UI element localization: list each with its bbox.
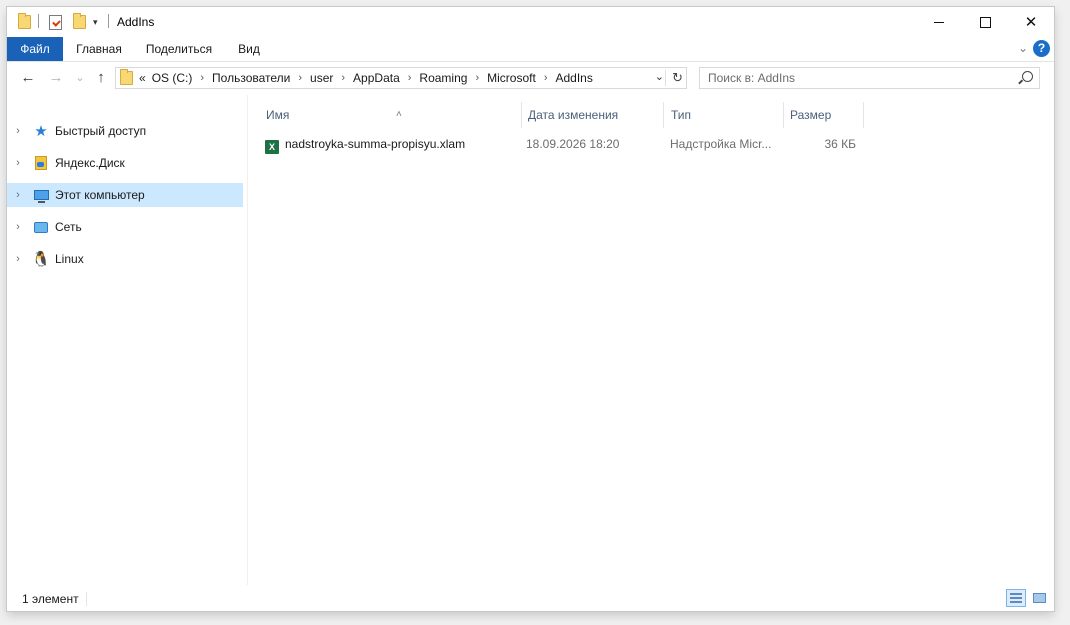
nav-item-label: Linux bbox=[55, 252, 84, 266]
help-icon[interactable]: ? bbox=[1033, 40, 1050, 57]
window-title: AddIns bbox=[117, 15, 155, 29]
ribbon: Файл Главная Поделиться Вид ⌄ ? bbox=[7, 37, 1054, 62]
chevron-down-icon: ⌄ bbox=[75, 72, 85, 84]
up-button[interactable]: ↑ bbox=[90, 68, 112, 88]
nav-item-label: Быстрый доступ bbox=[55, 124, 147, 138]
column-header-type[interactable]: Тип bbox=[664, 102, 782, 128]
address-divider bbox=[665, 70, 666, 86]
close-button[interactable]: ✕ bbox=[1008, 7, 1054, 37]
details-view-icon bbox=[1010, 593, 1022, 603]
expand-chevron-icon[interactable]: › bbox=[7, 157, 29, 169]
file-size: 36 КБ bbox=[824, 137, 856, 151]
file-type: Надстройка Micr... bbox=[670, 137, 772, 151]
new-folder-icon bbox=[73, 13, 86, 29]
nav-item-network[interactable]: › Сеть bbox=[7, 215, 243, 239]
forward-button[interactable]: → bbox=[45, 68, 67, 88]
breadcrumb-user[interactable]: user bbox=[310, 71, 333, 85]
maximize-icon bbox=[979, 16, 991, 28]
large-icons-view-icon bbox=[1032, 593, 1046, 603]
file-row[interactable]: Xnadstroyka-summa-propisyu.xlam 18.09.20… bbox=[259, 133, 867, 155]
qa-separator bbox=[38, 14, 39, 28]
properties-button[interactable] bbox=[49, 13, 62, 31]
column-header-date[interactable]: Дата изменения bbox=[521, 102, 663, 128]
explorer-window: ▾ AddIns ✕ Файл Главная Поделиться Вид ⌄… bbox=[7, 7, 1054, 611]
refresh-icon[interactable]: ↻ bbox=[672, 70, 683, 86]
large-icons-view-button[interactable] bbox=[1029, 589, 1049, 607]
column-divider[interactable] bbox=[863, 102, 864, 128]
details-view-button[interactable] bbox=[1006, 589, 1026, 607]
close-icon: ✕ bbox=[1024, 14, 1038, 31]
status-divider bbox=[86, 592, 87, 606]
breadcrumb-drive[interactable]: OS (C:) bbox=[152, 71, 193, 85]
back-button[interactable]: ← bbox=[17, 68, 39, 88]
search-box[interactable] bbox=[699, 67, 1040, 89]
title-bar: ▾ AddIns ✕ bbox=[7, 7, 1054, 37]
yandex-disk-icon bbox=[33, 155, 49, 171]
address-history-dropdown[interactable]: ⌄ bbox=[655, 70, 664, 83]
quick-access-dropdown[interactable]: ▾ bbox=[93, 13, 98, 31]
nav-item-yandex-disk[interactable]: › Яндекс.Диск bbox=[7, 151, 243, 175]
star-icon: ★ bbox=[34, 123, 48, 140]
up-arrow-icon: ↑ bbox=[97, 69, 105, 86]
tab-share[interactable]: Поделиться bbox=[141, 37, 217, 61]
breadcrumb-addins[interactable]: AddIns bbox=[555, 71, 592, 85]
forward-arrow-icon: → bbox=[48, 69, 64, 86]
item-count: 1 элемент bbox=[22, 592, 79, 606]
column-header-size[interactable]: Размер bbox=[783, 102, 863, 128]
linux-icon: 🐧 bbox=[31, 251, 51, 268]
tab-file[interactable]: Файл bbox=[7, 37, 63, 61]
breadcrumb-separator[interactable]: › bbox=[544, 72, 548, 84]
navigation-pane: › ★ Быстрый доступ › Яндекс.Диск › Этот … bbox=[7, 95, 248, 585]
minimize-button[interactable] bbox=[916, 7, 962, 37]
column-header-label: Имя bbox=[266, 108, 290, 122]
network-icon bbox=[33, 219, 49, 235]
navigation-bar: ← → ⌄ ↑ « OS (C:) › Пользователи › user … bbox=[7, 62, 1054, 94]
file-name-cell[interactable]: Xnadstroyka-summa-propisyu.xlam bbox=[265, 133, 520, 155]
breadcrumb-microsoft[interactable]: Microsoft bbox=[487, 71, 536, 85]
search-input[interactable] bbox=[708, 71, 1008, 85]
breadcrumb-users[interactable]: Пользователи bbox=[212, 71, 290, 85]
nav-item-quick-access[interactable]: › ★ Быстрый доступ bbox=[7, 119, 243, 143]
expand-chevron-icon[interactable]: › bbox=[7, 253, 29, 265]
file-date: 18.09.2026 18:20 bbox=[526, 137, 620, 151]
recent-locations-button[interactable]: ⌄ bbox=[69, 68, 91, 88]
search-icon[interactable] bbox=[1022, 71, 1033, 82]
back-arrow-icon: ← bbox=[20, 69, 36, 86]
nav-item-label: Яндекс.Диск bbox=[55, 156, 125, 170]
expand-chevron-icon[interactable]: › bbox=[7, 221, 29, 233]
expand-ribbon-icon[interactable]: ⌄ bbox=[1018, 41, 1028, 55]
sort-ascending-icon: ˄ bbox=[396, 109, 402, 120]
excel-addin-icon: X bbox=[265, 140, 279, 154]
folder-icon bbox=[120, 69, 133, 85]
properties-icon bbox=[49, 14, 62, 30]
computer-icon bbox=[33, 187, 49, 203]
nav-item-linux[interactable]: › 🐧 Linux bbox=[7, 247, 243, 271]
breadcrumb-separator[interactable]: › bbox=[408, 72, 412, 84]
breadcrumb-separator[interactable]: › bbox=[200, 72, 204, 84]
tab-view[interactable]: Вид bbox=[231, 37, 267, 61]
breadcrumb-separator[interactable]: › bbox=[298, 72, 302, 84]
expand-chevron-icon[interactable]: › bbox=[7, 189, 29, 201]
file-list: Имя ˄ Дата изменения Тип Размер Xnadstro… bbox=[248, 95, 1054, 585]
expand-chevron-icon[interactable]: › bbox=[7, 125, 29, 137]
minimize-icon bbox=[934, 21, 944, 23]
new-folder-button[interactable] bbox=[73, 13, 86, 31]
tab-home[interactable]: Главная bbox=[69, 37, 129, 61]
maximize-button[interactable] bbox=[962, 7, 1008, 37]
folder-icon bbox=[18, 13, 31, 31]
chevron-down-icon: ▾ bbox=[93, 16, 98, 27]
breadcrumb-appdata[interactable]: AppData bbox=[353, 71, 400, 85]
breadcrumb-separator[interactable]: › bbox=[475, 72, 479, 84]
breadcrumb-roaming[interactable]: Roaming bbox=[419, 71, 467, 85]
nav-item-label: Этот компьютер bbox=[55, 188, 145, 202]
column-header-name[interactable]: Имя ˄ bbox=[259, 102, 521, 128]
nav-item-label: Сеть bbox=[55, 220, 82, 234]
address-bar[interactable]: « OS (C:) › Пользователи › user › AppDat… bbox=[115, 67, 687, 89]
nav-item-this-pc[interactable]: › Этот компьютер bbox=[7, 183, 243, 207]
breadcrumb-separator[interactable]: › bbox=[341, 72, 345, 84]
qa-separator bbox=[108, 14, 109, 28]
status-bar: 1 элемент bbox=[7, 587, 1054, 611]
breadcrumb-overflow[interactable]: « bbox=[139, 71, 146, 85]
file-name: nadstroyka-summa-propisyu.xlam bbox=[285, 137, 466, 151]
